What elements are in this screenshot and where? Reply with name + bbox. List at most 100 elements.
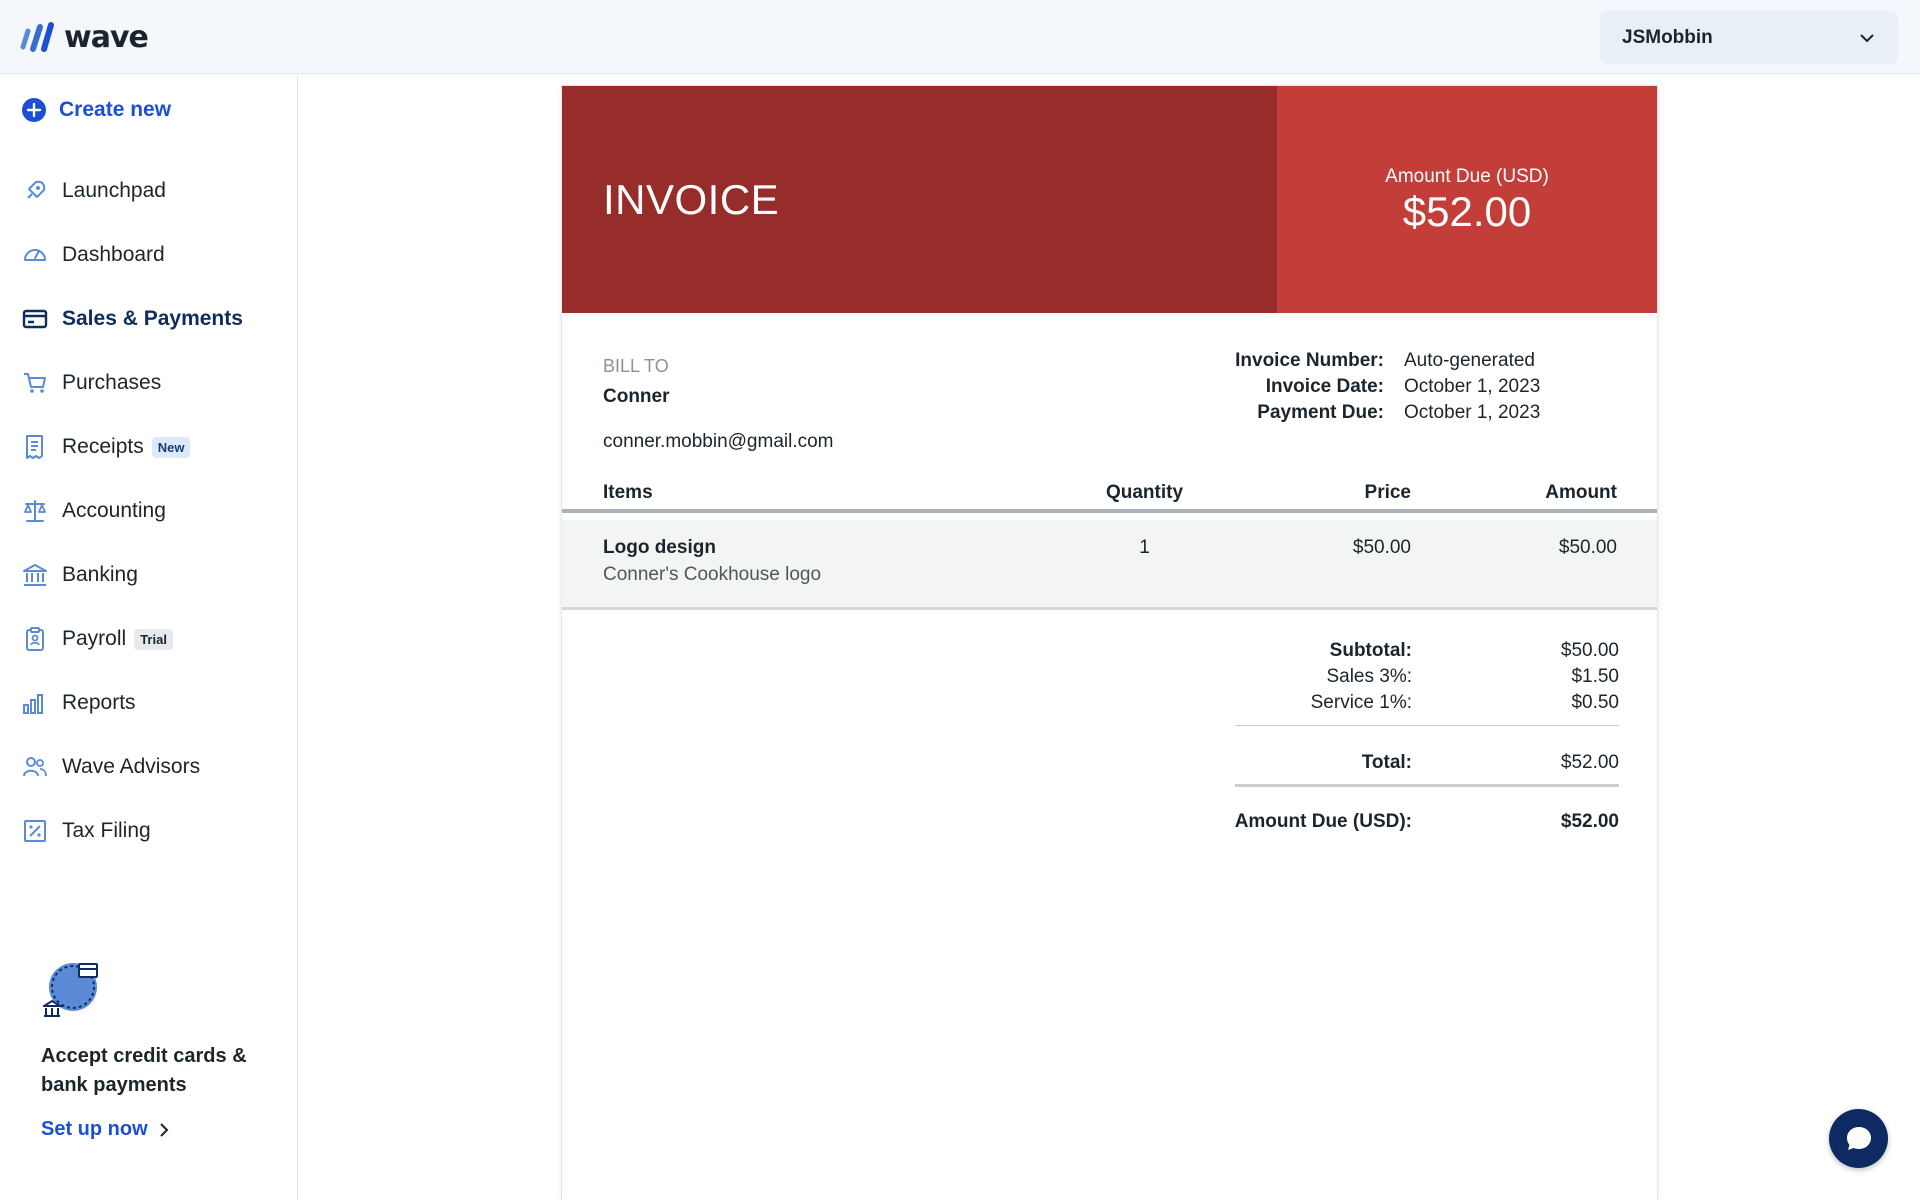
sidebar-item-wave-advisors[interactable]: Wave Advisors <box>0 735 297 799</box>
sidebar-item-receipts[interactable]: Receipts New <box>0 415 297 479</box>
sidebar-item-label: Purchases <box>62 371 162 394</box>
item-description: Conner's Cookhouse logo <box>603 564 822 585</box>
service-tax-label: Service 1%: <box>1310 692 1412 713</box>
chevron-right-icon <box>159 1122 169 1137</box>
set-up-now-link[interactable]: Set up now <box>41 1118 271 1141</box>
invoice-header: INVOICE Amount Due (USD) $52.00 <box>562 86 1657 313</box>
sidebar-item-label: Accounting <box>62 499 166 522</box>
item-amount: $50.00 <box>1558 537 1617 558</box>
set-up-now-label: Set up now <box>41 1118 148 1140</box>
sidebar-item-reports[interactable]: Reports <box>0 671 297 735</box>
sidebar-item-payroll[interactable]: Payroll Trial <box>0 607 297 671</box>
sidebar-item-label: Tax Filing <box>62 819 151 842</box>
business-switcher[interactable]: JSMobbin <box>1600 11 1898 64</box>
receipt-icon <box>22 434 48 460</box>
amount-due-total-value: $52.00 <box>1560 811 1619 832</box>
tax-icon <box>22 818 48 844</box>
amount-due-band: Amount Due (USD) $52.00 <box>1277 86 1657 313</box>
sidebar-item-label: Banking <box>62 563 138 586</box>
cart-icon <box>22 370 48 396</box>
sidebar-item-label: Dashboard <box>62 243 165 266</box>
invoice-meta: Invoice Number: Auto-generated Invoice D… <box>1182 348 1632 426</box>
sales-tax-label: Sales 3%: <box>1326 666 1412 687</box>
meta-value: October 1, 2023 <box>1404 376 1541 397</box>
column-header-quantity: Quantity <box>1105 482 1184 503</box>
item-quantity: 1 <box>1139 537 1150 558</box>
new-badge: New <box>151 436 191 458</box>
subtotal-row: Subtotal: $50.00 <box>1235 640 1619 666</box>
meta-key: Payment Due: <box>1257 402 1384 423</box>
chevron-down-icon <box>1860 33 1874 42</box>
create-new-label: Create new <box>59 98 172 121</box>
sales-tax-row: Sales 3%: $1.50 <box>1235 666 1619 692</box>
item-price: $50.00 <box>1352 537 1411 558</box>
bank-icon <box>22 562 48 588</box>
service-tax-value: $0.50 <box>1571 692 1619 713</box>
total-row: Total: $52.00 <box>1235 752 1619 778</box>
sidebar-nav: Launchpad Dashboard Sales & Payments Pur… <box>0 159 297 863</box>
column-header-price: Price <box>1364 482 1411 503</box>
sidebar-item-purchases[interactable]: Purchases <box>0 351 297 415</box>
meta-value: Auto-generated <box>1404 350 1535 371</box>
wave-logo[interactable]: wave <box>20 19 149 55</box>
total-label: Total: <box>1361 752 1412 773</box>
item-name: Logo design <box>603 537 716 558</box>
sidebar-item-label: Receipts <box>62 435 144 458</box>
trial-badge: Trial <box>134 628 173 650</box>
sidebar-item-label: Wave Advisors <box>62 755 201 778</box>
sidebar-item-dashboard[interactable]: Dashboard <box>0 223 297 287</box>
invoice-preview: INVOICE Amount Due (USD) $52.00 BILL TO … <box>562 86 1657 1200</box>
bill-to-name: Conner <box>603 386 670 407</box>
create-new-button[interactable]: Create new <box>21 95 171 125</box>
sidebar-item-label: Sales & Payments <box>62 307 243 330</box>
invoice-date-row: Invoice Date: October 1, 2023 <box>1182 374 1632 400</box>
sidebar-item-label: Reports <box>62 691 136 714</box>
payments-promo: Accept credit cards & bank payments Set … <box>40 961 271 1141</box>
payment-due-row: Payment Due: October 1, 2023 <box>1182 400 1632 426</box>
subtotal-value: $50.00 <box>1560 640 1619 661</box>
total-value: $52.00 <box>1560 752 1619 773</box>
meta-key: Invoice Date: <box>1265 376 1384 397</box>
chat-button[interactable] <box>1829 1109 1888 1168</box>
amount-due-label: Amount Due (USD) <box>1385 166 1549 187</box>
column-header-items: Items <box>603 482 653 503</box>
meta-value: October 1, 2023 <box>1404 402 1541 423</box>
payments-illustration-icon <box>40 963 98 1017</box>
clipboard-icon <box>22 626 48 652</box>
plus-circle-icon <box>22 98 46 122</box>
column-header-amount: Amount <box>1545 482 1617 503</box>
invoice-number-row: Invoice Number: Auto-generated <box>1182 348 1632 374</box>
service-tax-row: Service 1%: $0.50 <box>1235 692 1619 718</box>
total-divider <box>1235 784 1619 787</box>
sidebar-item-label: Payroll <box>62 627 127 650</box>
bar-chart-icon <box>22 690 48 716</box>
card-icon <box>22 306 48 332</box>
chat-bubble-icon <box>1846 1126 1871 1150</box>
brand-name: wave <box>64 19 149 55</box>
items-table-header: Items Quantity Price Amount <box>562 478 1657 513</box>
people-icon <box>22 754 48 780</box>
top-bar: wave JSMobbin <box>0 0 1920 74</box>
bill-to-label: BILL TO <box>603 356 669 376</box>
amount-due-value: $52.00 <box>1402 188 1532 235</box>
subtotal-label: Subtotal: <box>1329 640 1412 661</box>
sidebar-item-banking[interactable]: Banking <box>0 543 297 607</box>
invoice-title-band: INVOICE <box>562 86 1277 313</box>
amount-due-total-label: Amount Due (USD): <box>1234 811 1412 832</box>
gauge-icon <box>22 242 48 268</box>
totals-divider <box>1235 725 1619 726</box>
sidebar-item-launchpad[interactable]: Launchpad <box>0 159 297 223</box>
sales-tax-value: $1.50 <box>1571 666 1619 687</box>
invoice-title: INVOICE <box>603 176 780 223</box>
bill-to-email: conner.mobbin@gmail.com <box>603 431 834 452</box>
sidebar-item-accounting[interactable]: Accounting <box>0 479 297 543</box>
business-name: JSMobbin <box>1622 26 1713 48</box>
sidebar-item-sales-payments[interactable]: Sales & Payments <box>0 287 297 351</box>
scale-icon <box>22 498 48 524</box>
amount-due-row: Amount Due (USD): $52.00 <box>1235 811 1619 837</box>
sidebar-item-tax-filing[interactable]: Tax Filing <box>0 799 297 863</box>
sidebar: Create new Launchpad Dashboard Sales & P… <box>0 75 298 1200</box>
promo-title: Accept credit cards & bank payments <box>41 1045 247 1096</box>
table-row: Logo design Conner's Cookhouse logo 1 $5… <box>562 520 1657 610</box>
wave-logo-icon <box>20 22 54 52</box>
